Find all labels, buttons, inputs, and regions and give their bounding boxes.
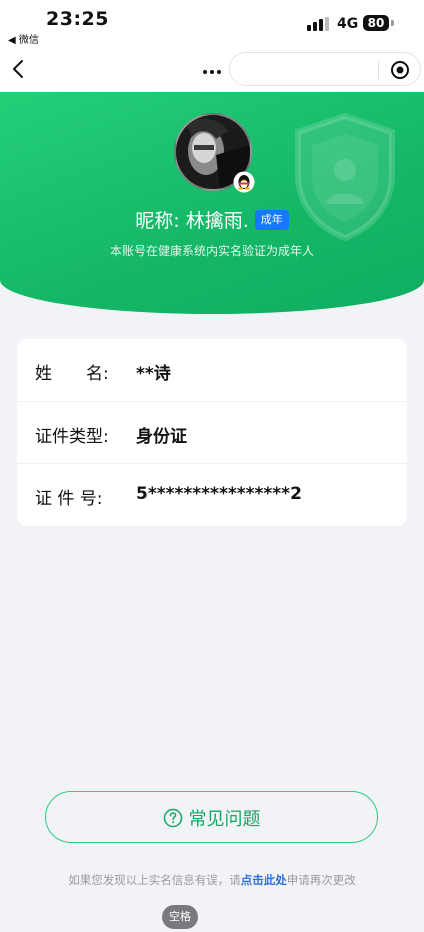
correction-note: 如果您发现以上实名信息有误，请点击此处申请再次更改 (0, 872, 424, 888)
identity-info-card: 姓 名: **诗 证件类型: 身份证 证 件 号: 5*************… (17, 339, 407, 526)
more-dots-icon[interactable] (200, 62, 224, 78)
nav-bar (0, 48, 424, 92)
id-number-value: 5****************2 (136, 484, 302, 504)
target-close-icon[interactable] (390, 60, 410, 80)
nickname: 昵称: 林擒雨. (135, 210, 249, 232)
id-type-label: 证件类型: (35, 427, 109, 447)
info-row-name: 姓 名: **诗 (17, 339, 407, 401)
faq-button[interactable]: 常见问题 (45, 791, 378, 843)
network-label: 4G (337, 16, 359, 32)
battery-level: 80 (367, 16, 385, 30)
faq-label: 常见问题 (188, 809, 261, 830)
nickname-row: 昵称: 林擒雨. 成年 (0, 206, 424, 233)
capsule-divider (378, 61, 379, 79)
space-key-hint: 空格 (162, 905, 198, 929)
verify-note: 本账号在健康系统内实名验证为成年人 (109, 244, 314, 258)
signal-icon (307, 17, 329, 31)
name-label: 姓 名: (35, 364, 109, 384)
id-type-value: 身份证 (136, 427, 187, 447)
status-bar: 23:25 ◀ 微信 4G 80 (0, 0, 424, 48)
help-circle-icon (163, 808, 182, 828)
correction-note-suffix: 申请再次更改 (286, 873, 356, 887)
name-value: **诗 (136, 364, 171, 384)
mini-program-capsule (229, 52, 421, 86)
status-time: 23:25 (46, 8, 109, 30)
qq-penguin-icon (233, 171, 255, 193)
adult-badge: 成年 (254, 209, 289, 230)
profile-header: 昵称: 林擒雨. 成年 本账号在健康系统内实名验证为成年人 (0, 92, 424, 314)
battery-icon: 80 (363, 15, 395, 32)
id-number-label: 证 件 号: (35, 489, 103, 509)
chevron-left-icon[interactable] (8, 58, 30, 80)
faq-button-content: 常见问题 (163, 805, 261, 831)
back-to-app-link[interactable]: ◀ 微信 (8, 31, 39, 46)
info-row-id-type: 证件类型: 身份证 (17, 401, 407, 464)
info-row-id-number: 证 件 号: 5****************2 (17, 463, 407, 526)
correction-note-prefix: 如果您发现以上实名信息有误，请 (68, 873, 241, 887)
correction-link[interactable]: 点击此处 (241, 873, 287, 887)
